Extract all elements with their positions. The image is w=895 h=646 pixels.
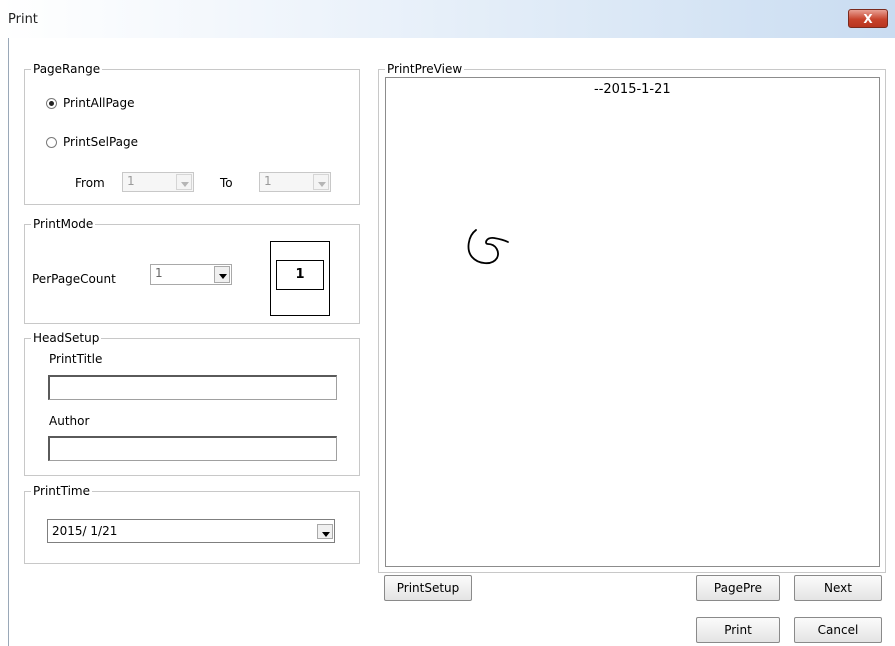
print-all-label[interactable]: PrintAllPage	[63, 96, 135, 110]
close-icon: X	[863, 12, 873, 26]
close-button[interactable]: X	[848, 9, 888, 28]
print-time-value: 2015/ 1/21	[52, 524, 118, 538]
to-label: To	[220, 176, 233, 190]
from-page-select[interactable]: 1	[122, 172, 194, 192]
print-preview-legend: PrintPreView	[385, 62, 465, 76]
page-previous-button[interactable]: PagePre	[696, 575, 780, 601]
author-label: Author	[49, 414, 90, 428]
print-time-legend: PrintTime	[31, 484, 92, 498]
head-setup-legend: HeadSetup	[31, 331, 102, 345]
to-page-select[interactable]: 1	[259, 172, 331, 192]
print-title-label: PrintTitle	[49, 352, 103, 366]
page-range-legend: PageRange	[31, 62, 103, 76]
per-page-count-select[interactable]: 1	[150, 264, 232, 285]
author-input[interactable]	[48, 436, 337, 461]
per-page-count-value: 1	[155, 266, 163, 280]
to-page-value: 1	[264, 174, 272, 188]
next-button[interactable]: Next	[794, 575, 882, 601]
print-time-picker[interactable]: 2015/ 1/21	[47, 519, 335, 543]
from-page-value: 1	[127, 174, 135, 188]
from-label: From	[75, 176, 105, 190]
print-mode-legend: PrintMode	[31, 217, 96, 231]
chevron-down-icon	[214, 266, 230, 283]
page-layout-count: 1	[276, 260, 324, 290]
window-left-border	[8, 38, 9, 646]
title-bar: Print X	[0, 0, 895, 38]
print-title-input[interactable]	[48, 375, 337, 400]
preview-date-header: --2015-1-21	[594, 82, 671, 97]
print-button[interactable]: Print	[696, 617, 780, 643]
preview-paper: --2015-1-21	[385, 77, 880, 567]
window-title: Print	[8, 12, 38, 27]
cancel-button[interactable]: Cancel	[794, 617, 882, 643]
chevron-down-icon	[317, 524, 333, 539]
chevron-down-icon	[176, 174, 192, 190]
print-selected-label[interactable]: PrintSelPage	[63, 135, 138, 149]
print-selected-radio[interactable]	[46, 137, 57, 148]
print-all-radio[interactable]	[46, 98, 57, 109]
handwriting-stroke	[467, 229, 509, 265]
chevron-down-icon	[313, 174, 329, 190]
print-setup-button[interactable]: PrintSetup	[384, 575, 472, 601]
page-layout-preview: 1	[270, 241, 330, 316]
per-page-count-label: PerPageCount	[32, 272, 116, 286]
